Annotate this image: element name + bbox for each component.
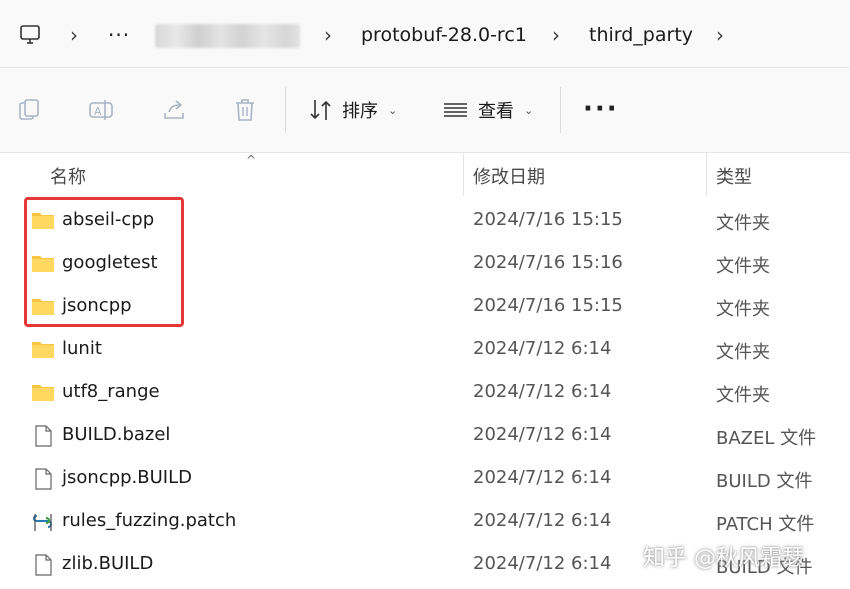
file-date: 2024/7/12 6:14 bbox=[473, 424, 612, 445]
toolbar-divider bbox=[560, 87, 561, 133]
file-name: jsoncpp.BUILD bbox=[62, 467, 192, 488]
column-header-name[interactable]: 名称 bbox=[50, 163, 86, 189]
column-header-row: ^ 名称 修改日期 类型 bbox=[0, 153, 850, 196]
file-type: 文件夹 bbox=[716, 299, 770, 320]
file-name: utf8_range bbox=[62, 381, 160, 402]
path-overflow-button[interactable]: ··· bbox=[108, 20, 130, 50]
copy-icon[interactable] bbox=[15, 96, 43, 124]
folder-icon bbox=[31, 296, 55, 316]
command-bar: A 排序 ⌄ 查看 ⌄ ··· bbox=[0, 69, 850, 153]
chevron-right-icon[interactable]: › bbox=[552, 20, 560, 50]
file-date: 2024/7/16 15:15 bbox=[473, 295, 623, 316]
svg-text:A: A bbox=[94, 105, 102, 118]
chevron-down-icon: ⌄ bbox=[524, 103, 534, 117]
view-button[interactable]: 查看 ⌄ bbox=[442, 93, 533, 127]
file-row[interactable]: lunit 2024/7/12 6:14 文件夹 bbox=[0, 328, 850, 371]
file-date: 2024/7/12 6:14 bbox=[473, 381, 612, 402]
file-icon bbox=[31, 468, 55, 490]
file-name: rules_fuzzing.patch bbox=[62, 510, 237, 531]
chevron-right-icon[interactable]: › bbox=[324, 20, 332, 50]
file-row[interactable]: utf8_range 2024/7/12 6:14 文件夹 bbox=[0, 371, 850, 414]
file-name: zlib.BUILD bbox=[62, 553, 154, 574]
file-type: BAZEL 文件 bbox=[716, 428, 817, 449]
file-icon bbox=[31, 425, 55, 447]
file-date: 2024/7/12 6:14 bbox=[473, 467, 612, 488]
chevron-right-icon[interactable]: › bbox=[716, 20, 724, 50]
file-date: 2024/7/16 15:15 bbox=[473, 209, 623, 230]
file-date: 2024/7/12 6:14 bbox=[473, 510, 612, 531]
sort-label: 排序 bbox=[342, 101, 378, 122]
file-name: jsoncpp bbox=[62, 295, 132, 316]
file-icon bbox=[31, 554, 55, 576]
chevron-right-icon[interactable]: › bbox=[70, 20, 78, 50]
file-type: 文件夹 bbox=[716, 342, 770, 363]
column-divider[interactable] bbox=[463, 153, 464, 196]
folder-icon bbox=[31, 253, 55, 273]
file-row[interactable]: rules_fuzzing.patch 2024/7/12 6:14 PATCH… bbox=[0, 500, 850, 543]
breadcrumb-protobuf[interactable]: protobuf-28.0-rc1 bbox=[361, 20, 527, 50]
toolbar-divider bbox=[285, 87, 286, 133]
file-name: abseil-cpp bbox=[62, 209, 155, 230]
blurred-path-segment bbox=[155, 24, 300, 48]
share-icon[interactable] bbox=[160, 96, 188, 124]
folder-icon bbox=[31, 210, 55, 230]
file-name: googletest bbox=[62, 252, 158, 273]
file-type: 文件夹 bbox=[716, 256, 770, 277]
file-name: lunit bbox=[62, 338, 102, 359]
column-header-date[interactable]: 修改日期 bbox=[473, 163, 545, 189]
folder-icon bbox=[31, 339, 55, 359]
folder-icon bbox=[31, 382, 55, 402]
file-type: PATCH 文件 bbox=[716, 514, 815, 535]
computer-icon[interactable] bbox=[18, 20, 42, 50]
file-type: 文件夹 bbox=[716, 385, 770, 406]
file-row[interactable]: jsoncpp.BUILD 2024/7/12 6:14 BUILD 文件 bbox=[0, 457, 850, 500]
view-list-icon bbox=[444, 103, 467, 117]
watermark: 知乎 @秋风霜瑟 bbox=[643, 546, 804, 571]
patch-file-icon bbox=[31, 511, 55, 531]
file-row[interactable]: BUILD.bazel 2024/7/12 6:14 BAZEL 文件 bbox=[0, 414, 850, 457]
more-options-button[interactable]: ··· bbox=[583, 96, 619, 122]
file-date: 2024/7/16 15:16 bbox=[473, 252, 623, 273]
file-type: BUILD 文件 bbox=[716, 471, 813, 492]
file-row[interactable]: abseil-cpp 2024/7/16 15:15 文件夹 bbox=[0, 199, 850, 242]
address-bar: › ··· › protobuf-28.0-rc1 › third_party … bbox=[0, 0, 850, 68]
view-label: 查看 bbox=[478, 101, 514, 122]
delete-icon[interactable] bbox=[231, 96, 259, 124]
rename-icon[interactable]: A bbox=[87, 96, 115, 124]
file-name: BUILD.bazel bbox=[62, 424, 171, 445]
sort-button[interactable]: 排序 ⌄ bbox=[308, 93, 397, 127]
file-row[interactable]: jsoncpp 2024/7/16 15:15 文件夹 bbox=[0, 285, 850, 328]
breadcrumb-third-party[interactable]: third_party bbox=[589, 20, 693, 50]
sort-icon bbox=[310, 100, 331, 120]
file-type: 文件夹 bbox=[716, 213, 770, 234]
file-date: 2024/7/12 6:14 bbox=[473, 338, 612, 359]
column-header-type[interactable]: 类型 bbox=[716, 163, 752, 189]
file-row[interactable]: googletest 2024/7/16 15:16 文件夹 bbox=[0, 242, 850, 285]
sort-ascending-icon: ^ bbox=[246, 153, 257, 167]
file-date: 2024/7/12 6:14 bbox=[473, 553, 612, 574]
column-divider[interactable] bbox=[706, 153, 707, 196]
chevron-down-icon: ⌄ bbox=[388, 103, 398, 117]
